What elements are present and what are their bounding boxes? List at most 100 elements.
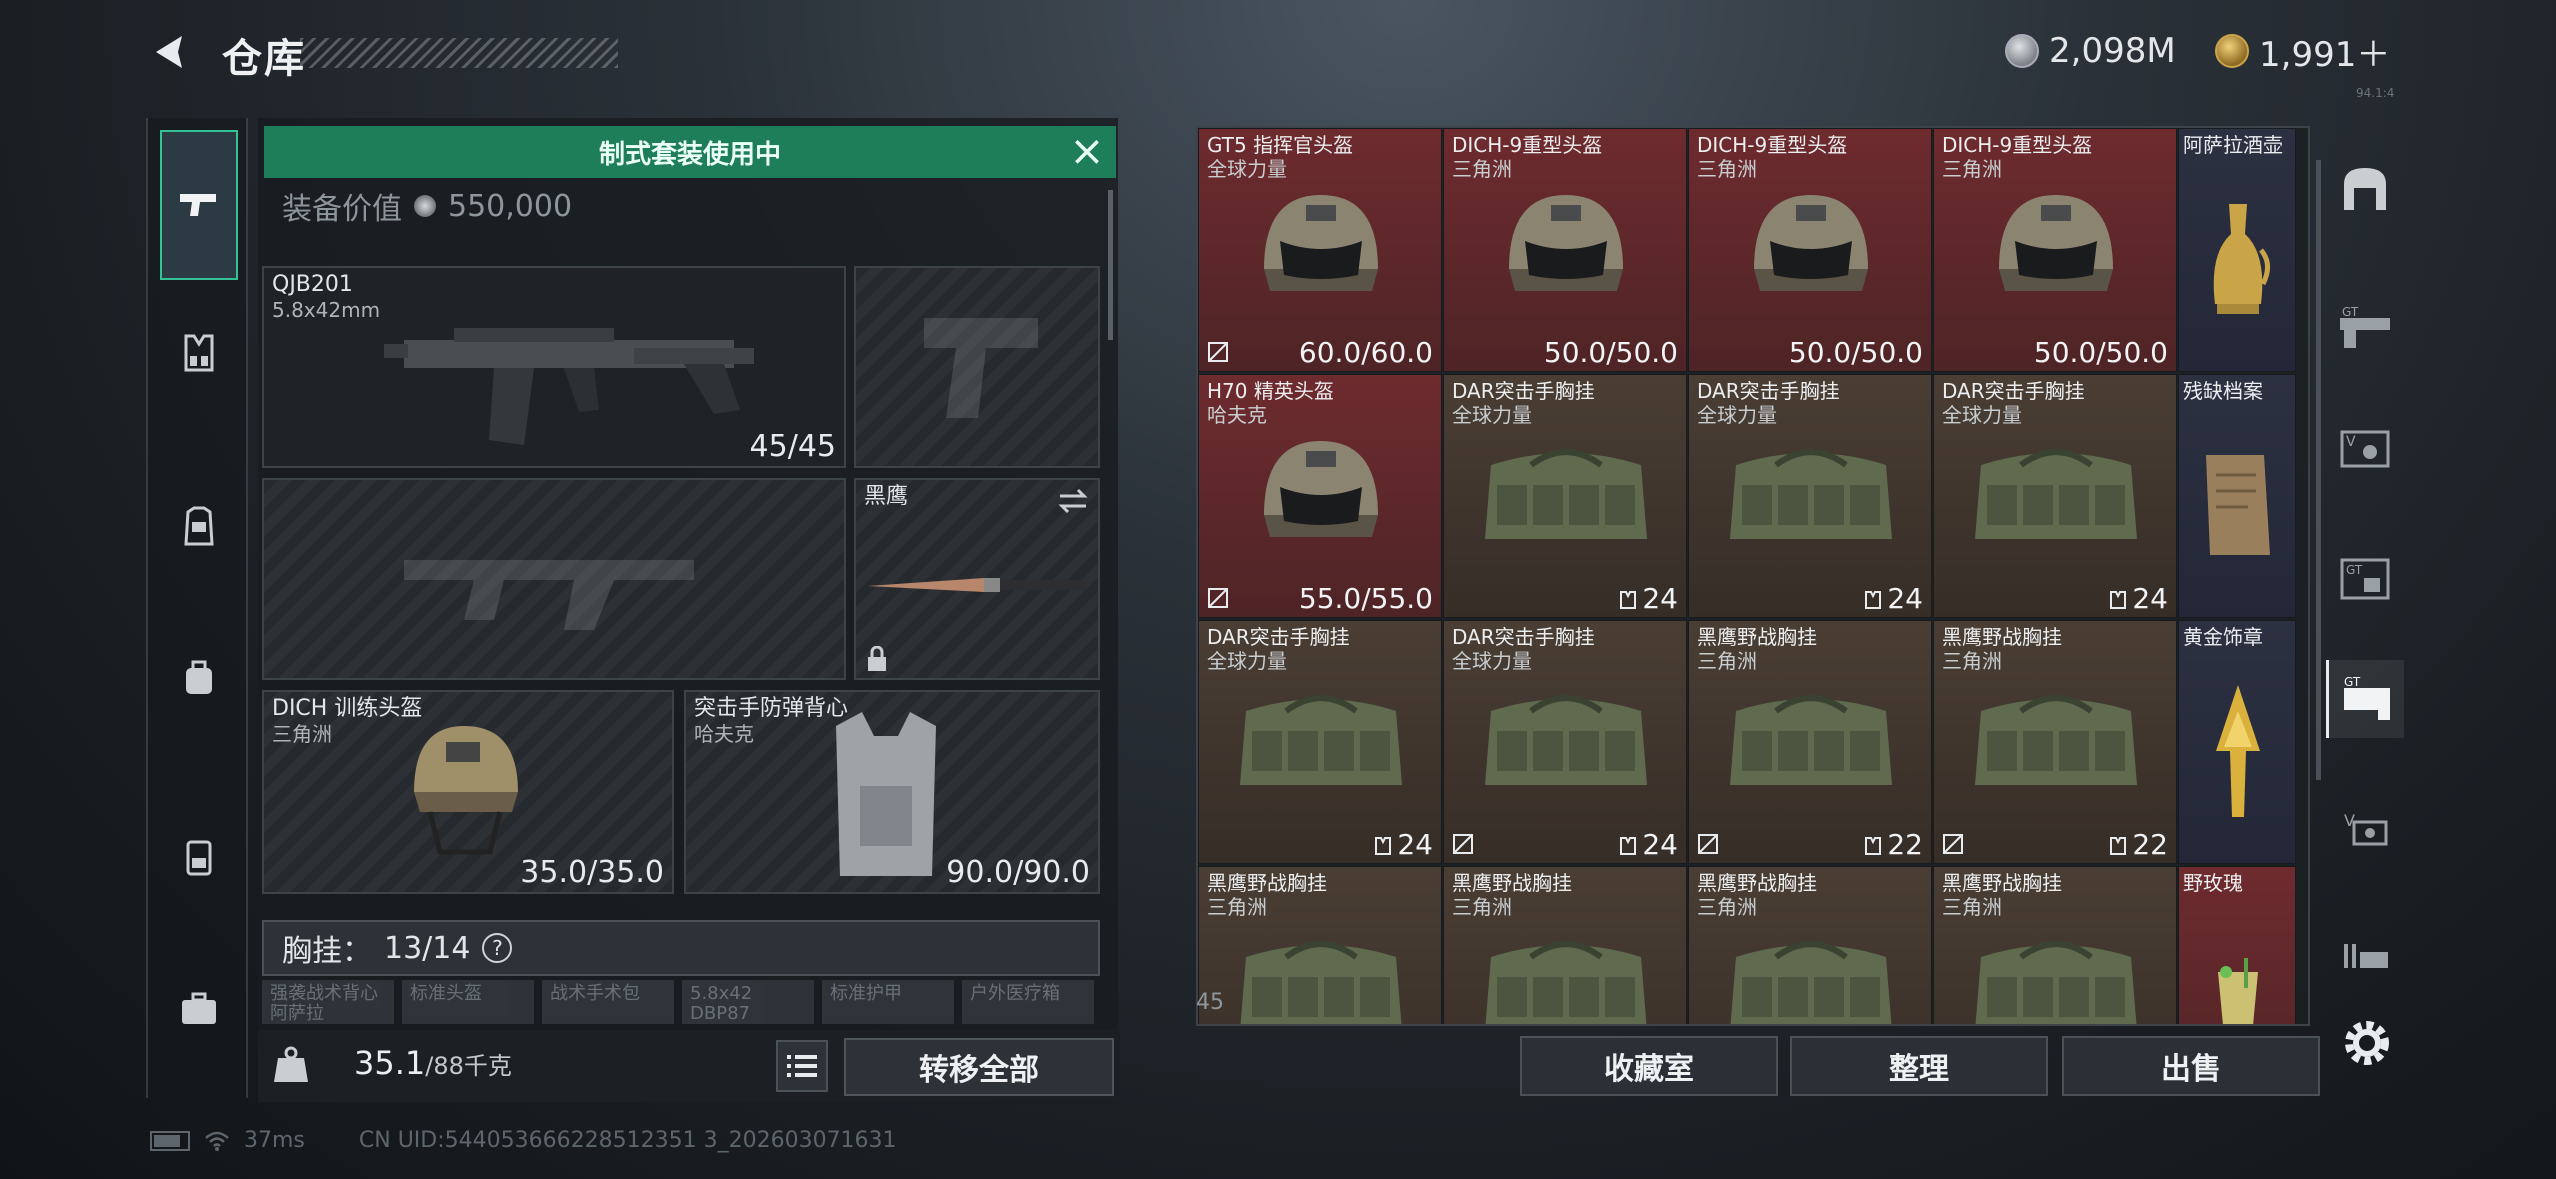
sort-button[interactable]: 整理 [1790, 1036, 2048, 1096]
stash-item[interactable]: 黑鹰野战胸挂 三角洲 [1198, 866, 1442, 1024]
no-trade-icon [1453, 834, 1473, 854]
nav-container[interactable] [160, 818, 238, 896]
currency-silver[interactable]: 2,098M [2005, 28, 2176, 74]
stash-item[interactable]: 黑鹰野战胸挂 三角洲 22 [1688, 620, 1932, 864]
nav-chest-rig[interactable] [160, 314, 238, 392]
ping: 37ms [244, 1128, 305, 1153]
svg-text:V: V [2346, 434, 2356, 450]
close-icon[interactable]: × [1064, 128, 1110, 174]
no-trade-icon [1698, 834, 1718, 854]
chest-rig-items: 强袭战术背心 阿萨拉 标准头盔 战术手术包 5.8x42 DBP87 标准护甲 户外… [262, 980, 1100, 1024]
primary-weapon-slot[interactable]: QJB201 5.8x42mm 45/45 [262, 266, 846, 468]
secondary-weapon-slot[interactable] [262, 478, 846, 680]
helmet-source: 三角洲 [272, 722, 332, 746]
settings-gear-icon[interactable] [2340, 1016, 2394, 1070]
stash-item[interactable]: DICH-9重型头盔 三角洲 50.0/50.0 [1688, 128, 1932, 372]
stash-item[interactable]: 黑鹰野战胸挂 三角洲 [1688, 866, 1932, 1024]
swap-icon[interactable] [1056, 486, 1090, 516]
tab-all[interactable] [2326, 150, 2404, 228]
chest-item[interactable]: 5.8x42 DBP87 [682, 980, 814, 1024]
melee-slot[interactable]: 黑鹰 [854, 478, 1100, 680]
chest-item[interactable]: 标准护甲 [822, 980, 954, 1024]
stash-item[interactable]: GT5 指挥官头盔 全球力量 60.0/60.0 [1198, 128, 1442, 372]
capacity-icon [1375, 837, 1392, 855]
loadout-scrollbar[interactable] [1108, 190, 1113, 340]
tab-armor[interactable]: V [2326, 410, 2404, 488]
stash-grid: GT5 指挥官头盔 全球力量 60.0/60.0 DICH-9重型头盔 三角洲 50.0/… [1196, 126, 2310, 1026]
stash-item[interactable]: DAR突击手胸挂 全球力量 24 [1443, 374, 1687, 618]
vest-icon [1689, 897, 1931, 1024]
stash-item-small[interactable]: 黄金饰章 [2178, 620, 2296, 864]
capacity-icon [1620, 837, 1637, 855]
stash-item[interactable]: DAR突击手胸挂 全球力量 24 [1688, 374, 1932, 618]
knife-icon [868, 578, 1086, 592]
helmet-slot[interactable]: DICH 训练头盔 三角洲 35.0/35.0 [262, 690, 674, 894]
tab-misc[interactable] [2326, 920, 2404, 998]
loadout-banner: 制式套装使用中 [264, 126, 1116, 178]
nav-weapons[interactable] [160, 130, 238, 280]
collection-room-button[interactable]: 收藏室 [1520, 1036, 1778, 1096]
rifle-icon [384, 328, 754, 445]
item-name: 黑鹰野战胸挂 [1942, 625, 2062, 649]
armor-slot[interactable]: 突击手防弹背心 哈夫克 90.0/90.0 [684, 690, 1100, 894]
stash-item[interactable]: DICH-9重型头盔 三角洲 50.0/50.0 [1933, 128, 2177, 372]
stash-item[interactable]: 黑鹰野战胸挂 三角洲 [1443, 866, 1687, 1024]
chest-item[interactable]: 强袭战术背心 阿萨拉 [262, 980, 394, 1024]
sell-button[interactable]: 出售 [2062, 1036, 2320, 1096]
stash-item[interactable]: 黑鹰野战胸挂 三角洲 [1933, 866, 2177, 1024]
nav-case[interactable] [160, 970, 238, 1048]
tab-chest-rigs[interactable]: GT [2326, 660, 2404, 738]
stash-item[interactable]: DAR突击手胸挂 全球力量 24 [1198, 620, 1442, 864]
help-icon[interactable]: ? [482, 933, 513, 963]
nav-backpack[interactable] [160, 638, 238, 716]
backpack-icon [186, 660, 212, 694]
stash-item[interactable]: DICH-9重型头盔 三角洲 50.0/50.0 [1443, 128, 1687, 372]
item-durability: 50.0/50.0 [1543, 336, 1678, 369]
sidearm-slot[interactable] [854, 266, 1100, 468]
vest-icon [1934, 897, 2176, 1024]
item-name: DAR突击手胸挂 [1207, 625, 1350, 649]
tab-helmets[interactable]: GT [2326, 540, 2404, 618]
tab-weapons[interactable]: GT [2326, 290, 2404, 368]
rifle-silhouette-icon [404, 560, 694, 630]
chest-item[interactable]: 标准头盔 [402, 980, 534, 1024]
chest-item[interactable]: 户外医疗箱 [962, 980, 1094, 1024]
loadout-footer: 35.1/88千克 转移全部 [258, 1030, 1120, 1102]
move-all-button[interactable]: 转移全部 [844, 1038, 1114, 1096]
currency-gold[interactable]: 1,991＋ [2215, 28, 2390, 75]
item-name: DICH-9重型头盔 [1942, 133, 2093, 157]
item-name: 阿萨拉酒壶 [2183, 133, 2283, 157]
chest-rig-label: 胸挂： [282, 934, 372, 969]
stash-item-small[interactable]: 阿萨拉酒壶 [2178, 128, 2296, 372]
stash-item[interactable]: 黑鹰野战胸挂 三角洲 22 [1933, 620, 2177, 864]
briefcase-icon [182, 992, 216, 1024]
stash-item[interactable]: H70 精英头盔 哈夫克 55.0/55.0 [1198, 374, 1442, 618]
helmet-icon [1199, 405, 1441, 585]
vest-icon [1444, 897, 1686, 1024]
no-trade-icon [1208, 588, 1228, 608]
chest-item[interactable]: 战术手术包 [542, 980, 674, 1024]
svg-text:GT: GT [2344, 675, 2361, 689]
list-view-button[interactable] [776, 1040, 828, 1092]
chest-rig-capacity[interactable]: 胸挂： 13/14 ? [262, 920, 1100, 976]
svg-text:GT: GT [2346, 563, 2363, 577]
item-durability: 24 [1863, 582, 1923, 615]
nav-armor[interactable] [160, 488, 238, 566]
capacity-icon [2110, 837, 2127, 855]
vest-icon [1199, 897, 1441, 1024]
tab-backpacks[interactable]: V [2326, 790, 2404, 868]
gun-tab-icon: GT [2340, 305, 2390, 348]
armor-name: 突击手防弹背心 [694, 696, 849, 721]
stash-scrollbar[interactable] [2316, 160, 2321, 780]
item-durability: 55.0/55.0 [1298, 582, 1433, 615]
back-arrow-icon[interactable] [148, 30, 192, 74]
container-icon [186, 840, 212, 876]
stash-item-small[interactable]: 残缺档案 [2178, 374, 2296, 618]
loadout-category-nav [146, 118, 248, 1098]
document-icon [2179, 405, 2295, 605]
armor-tab-icon: V [2340, 430, 2390, 468]
stash-item-small[interactable]: 野玫瑰 [2178, 866, 2296, 1024]
stash-item[interactable]: DAR突击手胸挂 全球力量 24 [1443, 620, 1687, 864]
stash-item[interactable]: DAR突击手胸挂 全球力量 24 [1933, 374, 2177, 618]
equipment-value: 装备价值 550,000 [282, 184, 572, 228]
